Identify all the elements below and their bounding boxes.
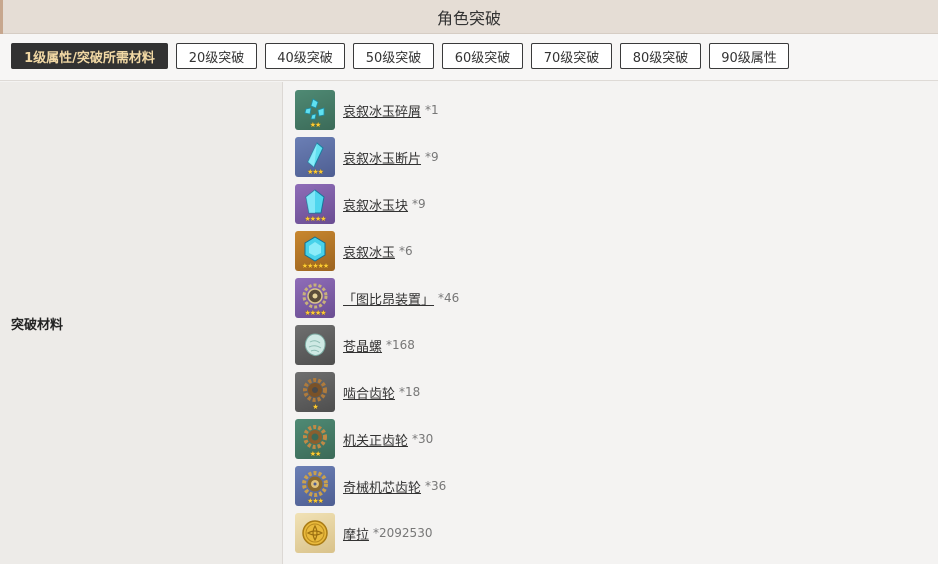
section-label: 突破材料 <box>11 317 64 333</box>
rarity-stars: ★ <box>312 403 318 411</box>
tab-ascension-80[interactable]: 80级突破 <box>620 43 701 69</box>
title-bar-accent <box>0 0 3 34</box>
material-count: *18 <box>399 385 421 399</box>
mora-coin-icon[interactable] <box>295 513 335 553</box>
material-name-link[interactable]: 苍晶螺 <box>343 336 382 355</box>
tab-ascension-70[interactable]: 70级突破 <box>531 43 612 69</box>
meshing-gear-icon[interactable]: ★ <box>295 372 335 412</box>
material-item: ★★ 哀叙冰玉碎屑 *1 <box>295 90 439 130</box>
material-count: *9 <box>425 150 439 164</box>
material-name-link[interactable]: 奇械机芯齿轮 <box>343 477 421 496</box>
material-count: *2092530 <box>373 526 433 540</box>
material-count: *36 <box>425 479 447 493</box>
tourbillon-device-icon[interactable]: ★★★★ <box>295 278 335 318</box>
page-title: 角色突破 <box>436 8 501 28</box>
rarity-stars: ★★★ <box>307 168 324 176</box>
ice-gem-icon[interactable]: ★★★★★ <box>295 231 335 271</box>
rarity-stars: ★★ <box>309 121 322 129</box>
tab-ascension-20[interactable]: 20级突破 <box>176 43 257 69</box>
material-item: ★ 啮合齿轮 *18 <box>295 372 420 412</box>
material-item: ★★★ 奇械机芯齿轮 *36 <box>295 466 446 506</box>
tab-ascension-40[interactable]: 40级突破 <box>265 43 345 69</box>
material-item: 摩拉 *2092530 <box>295 513 432 553</box>
material-item: ★★★★ 哀叙冰玉块 *9 <box>295 184 426 224</box>
material-count: *46 <box>438 291 460 305</box>
material-name-link[interactable]: 机关正齿轮 <box>343 430 408 449</box>
mechanical-gear-icon[interactable]: ★★★ <box>295 466 335 506</box>
ice-gem-sliver-icon[interactable]: ★★ <box>295 90 335 130</box>
rarity-stars: ★★ <box>309 450 322 458</box>
title-bar: 角色突破 <box>0 0 938 34</box>
material-count: *30 <box>412 432 434 446</box>
rarity-stars: ★★★★ <box>304 215 326 223</box>
tab-bar: 1级属性/突破所需材料 20级突破 40级突破 50级突破 60级突破 70级突… <box>0 34 938 81</box>
material-name-link[interactable]: 哀叙冰玉块 <box>343 195 408 214</box>
section-label-cell: 突破材料 <box>0 82 283 564</box>
material-name-link[interactable]: 啮合齿轮 <box>343 383 395 402</box>
material-name-link[interactable]: 哀叙冰玉碎屑 <box>343 101 421 120</box>
material-count: *168 <box>386 338 415 352</box>
tab-ascension-60[interactable]: 60级突破 <box>442 43 523 69</box>
rarity-stars: ★★★★ <box>304 309 326 317</box>
material-item: ★★ 机关正齿轮 *30 <box>295 419 433 459</box>
material-name-link[interactable]: 「图比昂装置」 <box>343 289 434 308</box>
tab-level1-stats-materials[interactable]: 1级属性/突破所需材料 <box>11 43 168 69</box>
crystal-shell-icon[interactable] <box>295 325 335 365</box>
rarity-stars: ★★★★★ <box>301 262 329 270</box>
material-count: *9 <box>412 197 426 211</box>
tab-ascension-50[interactable]: 50级突破 <box>353 43 434 69</box>
rarity-stars: ★★★ <box>307 497 324 505</box>
tab-level90-stats[interactable]: 90级属性 <box>709 43 789 69</box>
material-count: *1 <box>425 103 439 117</box>
materials-list: ★★ 哀叙冰玉碎屑 *1 ★★★ 哀叙冰玉断片 *9 ★★★★ 哀叙冰玉块 *9… <box>284 82 938 564</box>
material-name-link[interactable]: 哀叙冰玉断片 <box>343 148 421 167</box>
ice-gem-fragment-icon[interactable]: ★★★ <box>295 137 335 177</box>
material-item: ★★★★★ 哀叙冰玉 *6 <box>295 231 413 271</box>
spur-gear-icon[interactable]: ★★ <box>295 419 335 459</box>
material-name-link[interactable]: 哀叙冰玉 <box>343 242 395 261</box>
ice-gem-chunk-icon[interactable]: ★★★★ <box>295 184 335 224</box>
material-item: 苍晶螺 *168 <box>295 325 415 365</box>
material-item: ★★★ 哀叙冰玉断片 *9 <box>295 137 439 177</box>
material-count: *6 <box>399 244 413 258</box>
material-item: ★★★★ 「图比昂装置」 *46 <box>295 278 459 318</box>
material-name-link[interactable]: 摩拉 <box>343 524 369 543</box>
